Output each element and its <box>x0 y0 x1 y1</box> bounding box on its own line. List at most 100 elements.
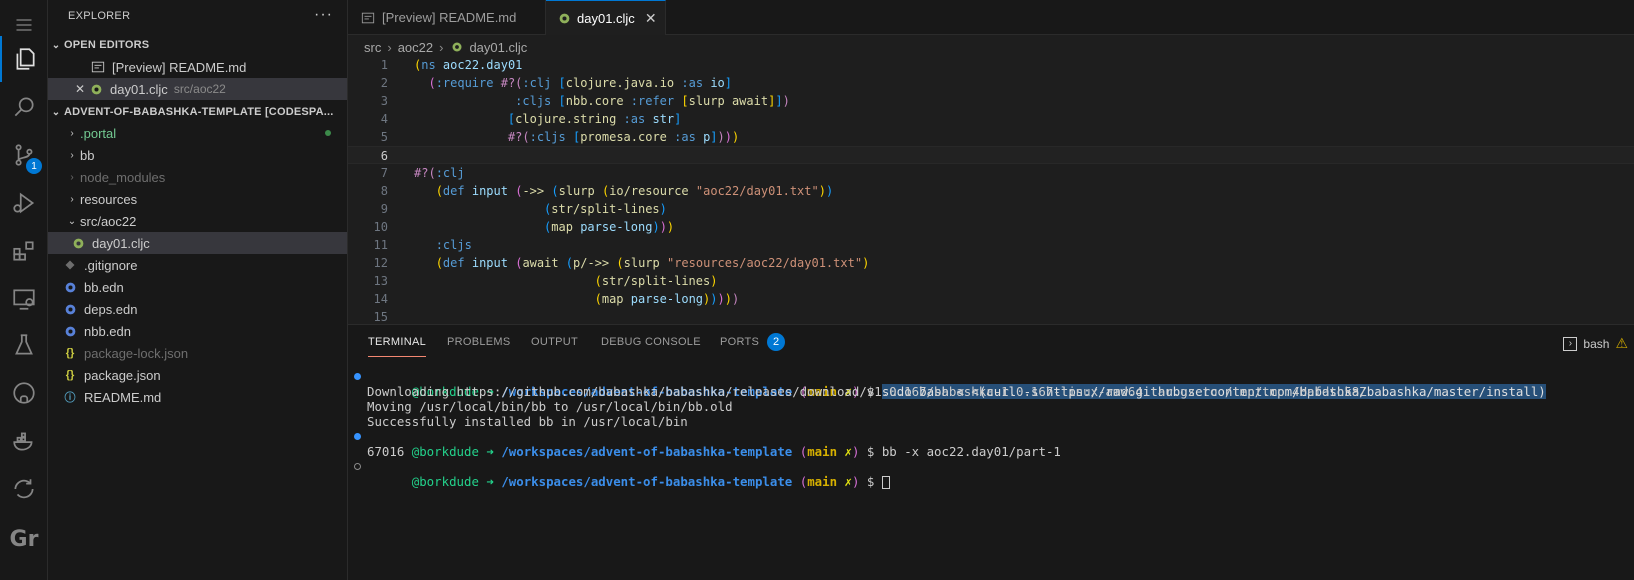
terminal-line: 67016 <box>367 444 405 459</box>
line-number: 9 <box>380 202 388 216</box>
docker-icon[interactable] <box>0 418 48 464</box>
chevron-right-icon: › <box>70 171 74 183</box>
line-number: 10 <box>373 220 388 234</box>
clojure-file-icon <box>70 237 86 250</box>
tree-label: day01.cljc <box>92 235 150 251</box>
open-editor-readme-preview[interactable]: [Preview] README.md <box>48 56 347 78</box>
tab-terminal[interactable]: TERMINAL <box>368 336 427 357</box>
chevron-right-icon: › <box>70 193 74 205</box>
preview-icon <box>90 60 106 74</box>
tree-label: bb <box>80 147 95 163</box>
clojure-file-icon <box>62 325 78 338</box>
tree-file-readme[interactable]: ⓘ README.md <box>48 386 347 408</box>
chevron-right-icon: › <box>387 39 392 55</box>
ports-badge: 2 <box>767 333 785 351</box>
code-line: 14 (map parse-long))))) <box>348 290 1634 308</box>
tree-label: resources <box>80 191 138 207</box>
code-line: 3 :cljs [nbb.core :refer [slurp await]]) <box>348 92 1634 110</box>
tree-file-package-lock[interactable]: {} package-lock.json <box>48 342 347 364</box>
close-icon[interactable]: ✕ <box>72 82 88 96</box>
json-icon: {} <box>65 369 75 381</box>
explorer-title: EXPLORER <box>68 10 131 22</box>
tree-label: deps.edn <box>84 301 138 317</box>
extensions-icon[interactable] <box>0 228 48 274</box>
tree-folder-resources[interactable]: › resources <box>48 188 347 210</box>
tab-readme-preview[interactable]: [Preview] README.md <box>348 0 546 35</box>
code-line: 12 (def input (await (p/->> (slurp "reso… <box>348 254 1634 272</box>
terminal-output[interactable]: @borkdude ➜ /workspaces/advent-of-babash… <box>354 369 1546 489</box>
open-editor-day01[interactable]: ✕ day01.cljc src/aoc22 <box>48 78 347 100</box>
workspace-label: ADVENT-OF-BABASHKA-TEMPLATE [CODESPA... <box>64 106 334 118</box>
tree-label: .gitignore <box>84 257 138 273</box>
terminal-line: Downloading https://github.com/babashka/… <box>367 384 1367 399</box>
live-share-icon[interactable] <box>0 466 48 512</box>
gr-icon[interactable]: Gr <box>0 516 48 562</box>
tree-file-bb-edn[interactable]: bb.edn <box>48 276 347 298</box>
testing-icon[interactable] <box>0 322 48 368</box>
line-number: 2 <box>380 76 388 90</box>
run-debug-icon[interactable] <box>0 180 48 226</box>
github-icon[interactable] <box>0 370 48 416</box>
tab-ports[interactable]: PORTS <box>720 336 759 348</box>
remote-explorer-icon[interactable] <box>0 276 48 322</box>
source-control-icon[interactable]: 1 <box>0 132 48 178</box>
terminal-cursor <box>881 476 890 489</box>
tree-label: .portal <box>80 125 117 141</box>
activity-bar: 1 Gr <box>0 0 48 580</box>
tree-file-deps-edn[interactable]: deps.edn <box>48 298 347 320</box>
tree-label: README.md <box>84 389 162 405</box>
search-icon[interactable] <box>0 84 48 130</box>
tab-day01[interactable]: day01.cljc ✕ <box>546 0 666 35</box>
line-number: 6 <box>380 149 388 163</box>
tree-folder-bb[interactable]: › bb <box>48 144 347 166</box>
line-number: 1 <box>380 58 388 72</box>
breadcrumb-item[interactable]: aoc22 <box>398 40 433 55</box>
tree-folder-node-modules[interactable]: › node_modules <box>48 166 347 188</box>
clojure-file-icon <box>449 41 465 53</box>
tree-folder-src-aoc22[interactable]: ⌄ src/aoc22 <box>48 210 347 232</box>
tree-folder-portal[interactable]: › .portal <box>48 122 347 144</box>
explorer-sidebar: EXPLORER ··· ⌄ OPEN EDITORS [Preview] RE… <box>48 0 348 580</box>
clojure-file-icon <box>558 12 571 25</box>
command-status-icon <box>354 463 361 470</box>
terminal-line: @borkdude ➜ /workspaces/advent-of-babash… <box>354 369 1546 399</box>
breadcrumb-item[interactable]: day01.cljc <box>469 40 527 55</box>
chevron-down-icon: ⌄ <box>67 215 77 227</box>
tree-file-package-json[interactable]: {} package.json <box>48 364 347 386</box>
line-number: 12 <box>373 256 388 270</box>
code-line: 2 (:require #?(:clj [clojure.java.io :as… <box>348 74 1634 92</box>
more-actions-icon[interactable]: ··· <box>314 6 333 24</box>
code-line: 7 #?(:clj <box>348 164 1634 182</box>
code-line: 4 [clojure.string :as str] <box>348 110 1634 128</box>
tab-output[interactable]: OUTPUT <box>531 336 578 348</box>
line-number: 3 <box>380 94 388 108</box>
modified-dot <box>325 130 331 136</box>
line-number: 8 <box>380 184 388 198</box>
tree-file-gitignore[interactable]: .gitignore <box>48 254 347 276</box>
preview-icon <box>360 11 376 25</box>
code-line: 11 :cljs <box>348 236 1634 254</box>
workspace-header[interactable]: ⌄ ADVENT-OF-BABASHKA-TEMPLATE [CODESPA..… <box>48 101 347 123</box>
terminal-selector[interactable]: › bash ⚠ <box>1563 335 1628 352</box>
tree-file-day01[interactable]: day01.cljc <box>48 232 347 254</box>
breadcrumb-item[interactable]: src <box>364 40 381 55</box>
tree-label: node_modules <box>80 169 166 185</box>
tree-label: package.json <box>84 367 161 383</box>
explorer-icon[interactable] <box>0 36 48 82</box>
chevron-right-icon: › <box>439 39 444 55</box>
terminal-line: Successfully installed bb in /usr/local/… <box>367 414 688 429</box>
code-line: 9 (str/split-lines) <box>348 200 1634 218</box>
tab-problems[interactable]: PROBLEMS <box>447 336 511 348</box>
code-line: 5 #?(:cljs [promesa.core :as p]))) <box>348 128 1634 146</box>
code-line: 10 (map parse-long))) <box>348 218 1634 236</box>
open-editors-header[interactable]: ⌄ OPEN EDITORS <box>48 34 347 56</box>
open-editor-label: day01.cljc <box>110 81 168 97</box>
chevron-down-icon: ⌄ <box>51 39 61 51</box>
code-line: 8 (def input (->> (slurp (io/resource "a… <box>348 182 1634 200</box>
tree-file-nbb-edn[interactable]: nbb.edn <box>48 320 347 342</box>
close-tab-icon[interactable]: ✕ <box>645 10 657 27</box>
tab-debug-console[interactable]: DEBUG CONSOLE <box>601 336 701 348</box>
code-editor[interactable]: 1 (ns aoc22.day01 2 (:require #?(:clj [cl… <box>348 56 1634 324</box>
clojure-file-icon <box>62 303 78 316</box>
tab-label: day01.cljc <box>577 10 635 26</box>
